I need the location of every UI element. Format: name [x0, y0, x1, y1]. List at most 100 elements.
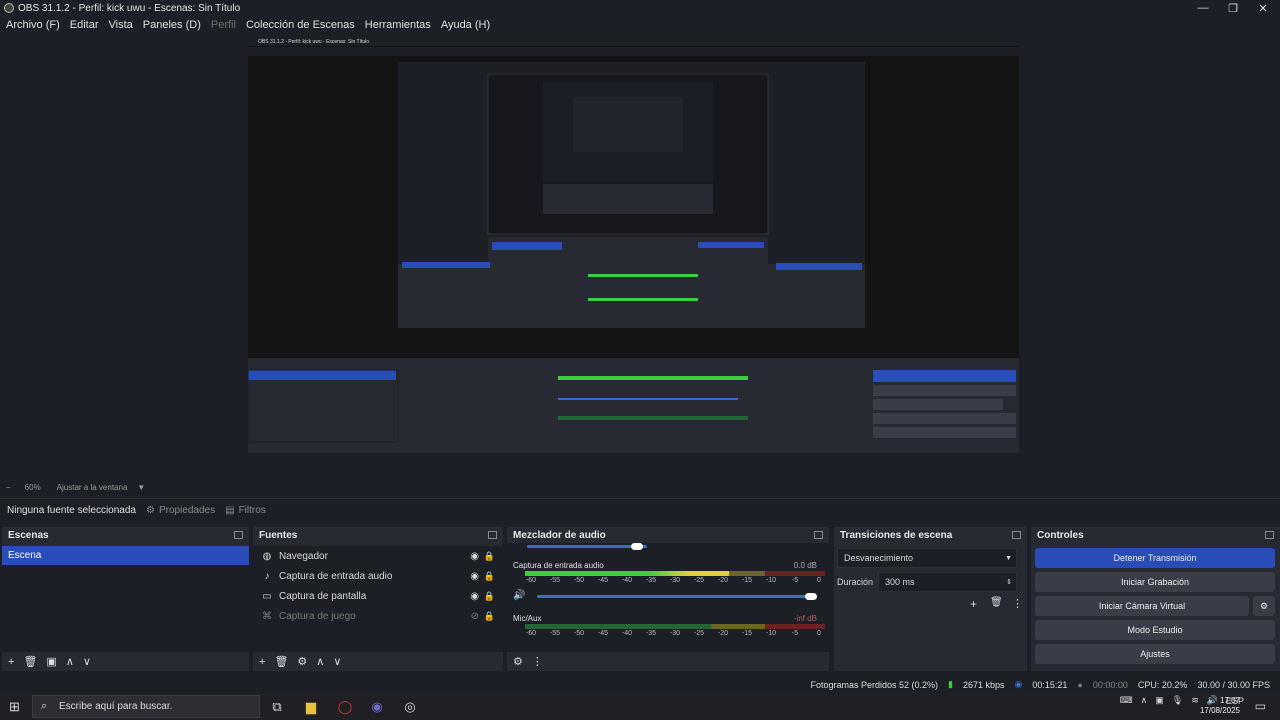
transition-select[interactable]: Desvanecimiento ▼ [837, 548, 1017, 568]
properties-button[interactable]: ⚙ Propiedades [146, 505, 215, 516]
zoom-dropdown-icon[interactable]: ▼ [137, 483, 145, 492]
up-icon[interactable]: ∧ [316, 655, 324, 668]
taskbar-search[interactable]: ⌕ Escribe aquí para buscar. [32, 695, 260, 718]
volume-slider[interactable] [527, 543, 647, 550]
source-item[interactable]: ◍ Navegador ◉ 🔒 [253, 546, 503, 566]
menu-paneles[interactable]: Paneles (D) [143, 19, 201, 31]
nested-recursion-graphic [398, 62, 865, 328]
add-transition-icon[interactable]: + [970, 597, 977, 611]
menu-icon[interactable]: ⋮ [532, 655, 543, 668]
keyboard-icon[interactable]: ⌨ [1120, 695, 1133, 706]
mixer-title: Mezclador de audio [513, 529, 606, 541]
mic-tray-icon[interactable]: 🎙 [1172, 695, 1183, 706]
virtual-cam-button[interactable]: Iniciar Cámara Virtual [1035, 596, 1249, 616]
menu-vista[interactable]: Vista [109, 19, 133, 31]
stop-stream-button[interactable]: Detener Transmisión [1035, 548, 1275, 568]
close-button[interactable]: ✕ [1248, 0, 1278, 16]
filter-icon[interactable]: ▣ [46, 655, 56, 668]
channel-db: 0.0 dB [793, 561, 817, 570]
scenes-dock: Escenas Escena + 🗑 ▣ ∧ ∨ [2, 527, 249, 671]
meter-tick-label: -45 [597, 630, 609, 637]
eye-hidden-icon[interactable]: ⊘ [471, 611, 479, 622]
menu-icon[interactable]: ⋮ [1012, 597, 1023, 610]
fps: 30.00 / 30.00 FPS [1197, 679, 1270, 690]
eye-icon[interactable]: ◉ [470, 591, 479, 602]
trash-icon[interactable]: 🗑 [990, 597, 1003, 608]
meter-tick-label: -50 [573, 577, 585, 584]
chevron-up-icon[interactable]: ∧ [1141, 695, 1148, 706]
obs-logo-icon [4, 3, 14, 13]
down-icon[interactable]: ∨ [83, 655, 91, 668]
volume-slider[interactable] [537, 593, 817, 600]
meter-tick-label: -30 [669, 577, 681, 584]
meter-tick-label: -25 [693, 577, 705, 584]
clock[interactable]: 17:07 17/08/2025 [1200, 696, 1240, 716]
gear-icon[interactable]: ⚙ [297, 655, 307, 668]
opera-icon[interactable]: ◯ [336, 698, 354, 716]
notification-icon[interactable]: ▭ [1255, 699, 1266, 713]
virtual-cam-settings-button[interactable]: ⚙ [1253, 596, 1275, 616]
lock-icon[interactable]: 🔒 [484, 591, 495, 602]
menu-perfil[interactable]: Perfil [211, 19, 236, 31]
wifi-icon[interactable]: ≋ [1191, 695, 1199, 706]
task-view-icon[interactable]: ⧉ [268, 698, 286, 716]
undock-icon[interactable] [1265, 531, 1274, 539]
undock-icon[interactable] [488, 531, 497, 539]
meter-tick-label: -35 [645, 630, 657, 637]
trash-icon[interactable]: 🗑 [23, 655, 37, 668]
add-icon[interactable]: + [259, 656, 265, 668]
preview-canvas[interactable]: OBS 31.1.2 - Perfil: kick uwu - Escenas:… [248, 37, 1019, 475]
zoom-out-button[interactable]: − [6, 483, 11, 492]
up-icon[interactable]: ∧ [66, 655, 74, 668]
scene-item[interactable]: Escena [2, 546, 249, 565]
lock-icon[interactable]: 🔒 [484, 611, 495, 622]
stepper-icon[interactable]: ⇕ [1006, 578, 1012, 586]
discord-icon[interactable]: ◉ [368, 698, 386, 716]
volume-knob[interactable] [805, 593, 817, 600]
sources-list: ◍ Navegador ◉ 🔒 ♪ Captura de entrada audio ◉ 🔒… [253, 546, 503, 652]
source-item[interactable]: ⌘ Captura de juego ⊘ 🔒 [253, 606, 503, 626]
folder-icon[interactable]: ▆ [302, 698, 320, 716]
undock-icon[interactable] [814, 531, 823, 539]
down-icon[interactable]: ∨ [333, 655, 341, 668]
menu-editar[interactable]: Editar [70, 19, 99, 31]
fit-window-label[interactable]: Ajustar a la ventana [57, 483, 128, 492]
nested-menu [248, 47, 1019, 56]
source-label: Captura de entrada audio [279, 570, 393, 582]
trash-icon[interactable]: 🗑 [274, 655, 288, 668]
source-item[interactable]: ♪ Captura de entrada audio ◉ 🔒 [253, 566, 503, 586]
volume-knob[interactable] [631, 543, 643, 550]
windows-start-icon[interactable]: ⊞ [9, 699, 20, 715]
obs-taskbar-icon[interactable]: ◎ [401, 698, 419, 716]
menu-herramientas[interactable]: Herramientas [365, 19, 431, 31]
speaker-icon[interactable]: 🔊 [513, 590, 525, 601]
menu-archivo[interactable]: Archivo (F) [6, 19, 60, 31]
settings-button[interactable]: Ajustes [1035, 644, 1275, 664]
meter-tick-label: -30 [669, 630, 681, 637]
add-icon[interactable]: + [8, 656, 14, 668]
source-item[interactable]: ▭ Captura de pantalla ◉ 🔒 [253, 586, 503, 606]
undock-icon[interactable] [1012, 531, 1021, 539]
restore-button[interactable]: ❐ [1218, 0, 1248, 16]
cam-icon[interactable]: ▣ [1155, 695, 1164, 706]
eye-icon[interactable]: ◉ [470, 571, 479, 582]
duration-input[interactable]: 300 ms ⇕ [878, 572, 1017, 592]
duration-value: 300 ms [885, 577, 915, 587]
menu-ayuda[interactable]: Ayuda (H) [441, 19, 490, 31]
mixer-settings-icon[interactable]: ⚙ [513, 655, 523, 668]
properties-label: Propiedades [158, 505, 216, 516]
filters-label: Filtros [238, 505, 266, 516]
menu-bar: Archivo (F) Editar Vista Paneles (D) Per… [0, 16, 1280, 33]
nested-preview [398, 62, 865, 328]
eye-icon[interactable]: ◉ [470, 551, 479, 562]
start-recording-button[interactable]: Iniciar Grabación [1035, 572, 1275, 592]
lock-icon[interactable]: 🔒 [484, 571, 495, 582]
filters-button[interactable]: ▤ Filtros [225, 505, 266, 516]
no-source-label: Ninguna fuente seleccionada [7, 505, 136, 516]
studio-mode-button[interactable]: Modo Estudio [1035, 620, 1275, 640]
meter-tick-label: -40 [621, 630, 633, 637]
undock-icon[interactable] [234, 531, 243, 539]
minimize-button[interactable]: — [1188, 0, 1218, 16]
menu-coleccion[interactable]: Colección de Escenas [246, 19, 355, 31]
lock-icon[interactable]: 🔒 [484, 551, 495, 562]
